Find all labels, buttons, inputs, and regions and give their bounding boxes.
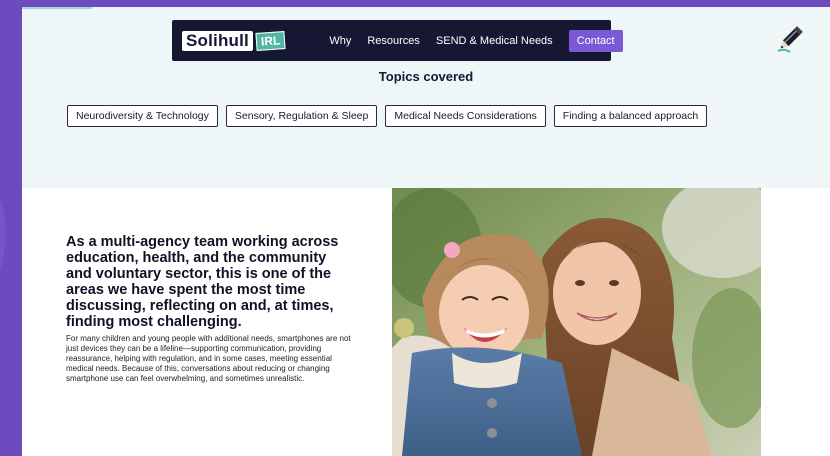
chip-medical-needs[interactable]: Medical Needs Considerations [385,105,546,127]
nav-link-resources[interactable]: Resources [367,35,420,47]
logo-badge: IRL [255,30,286,51]
top-accent-bar [22,7,92,9]
page: Solihull IRL Why Resources SEND & Medica… [22,7,830,456]
chip-neurodiversity[interactable]: Neurodiversity & Technology [67,105,218,127]
hero-photo [392,188,761,456]
chip-sensory-regulation[interactable]: Sensory, Regulation & Sleep [225,105,378,127]
topic-chips: Neurodiversity & Technology Sensory, Reg… [67,105,715,127]
decorative-swoosh [0,198,6,270]
pencil-icon[interactable] [774,23,806,55]
navbar: Solihull IRL Why Resources SEND & Medica… [172,20,623,61]
contact-button[interactable]: Contact [568,29,623,52]
logo-text: Solihull [182,30,253,51]
nav-link-why[interactable]: Why [329,35,351,47]
logo[interactable]: Solihull IRL [182,30,286,51]
intro-headline: As a multi-agency team working across ed… [66,234,339,330]
intro-section: As a multi-agency team working across ed… [22,188,830,456]
topics-title: Topics covered [378,69,474,84]
intro-body: For many children and young people with … [66,334,351,383]
nav-link-send-medical[interactable]: SEND & Medical Needs [436,35,553,47]
chip-balanced-approach[interactable]: Finding a balanced approach [553,105,708,127]
